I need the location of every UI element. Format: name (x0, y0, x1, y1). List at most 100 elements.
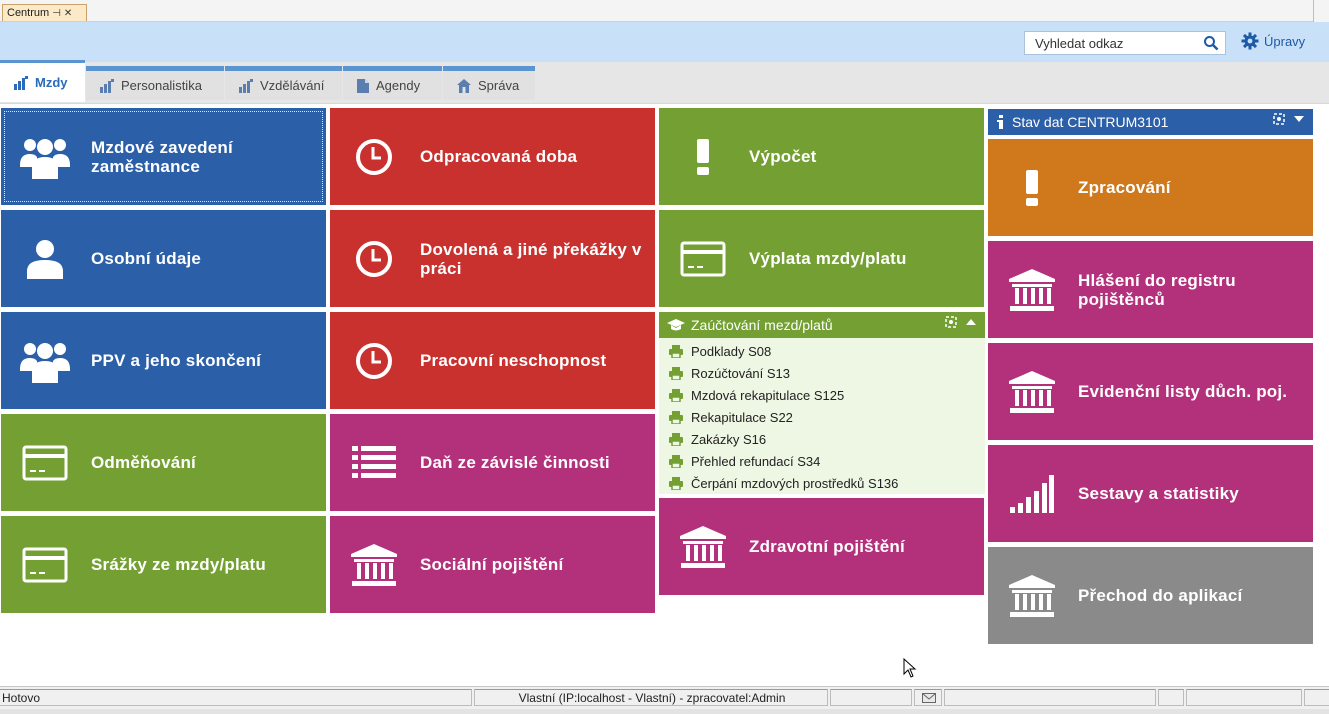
window-tab-title: Centrum (7, 7, 50, 19)
tile-label: Výpočet (749, 147, 817, 166)
printer-icon (669, 476, 683, 490)
exclamation-icon (1006, 162, 1058, 214)
tile-zdravotni[interactable]: Zdravotní pojištění (659, 498, 984, 595)
info-icon (997, 115, 1003, 129)
tile-socialni[interactable]: Sociální pojištění (330, 516, 655, 613)
tile-srazky[interactable]: Srážky ze mzdy/platu (1, 516, 326, 613)
top-header: Úpravy (0, 22, 1329, 62)
bank-icon (1006, 570, 1058, 622)
printer-icon (669, 388, 683, 402)
resize-grip[interactable] (1304, 689, 1329, 706)
user-icon (19, 233, 71, 285)
tile-label: Přechod do aplikací (1078, 586, 1243, 605)
target-icon[interactable] (945, 316, 957, 328)
close-icon[interactable]: ✕ (64, 8, 72, 19)
tile-label: Hlášení do registru pojištěnců (1078, 270, 1236, 309)
clock-icon (348, 131, 400, 183)
report-item[interactable]: Zakázky S16 (659, 428, 985, 450)
tab-agendy[interactable]: Agendy (343, 66, 442, 100)
module-tabs: Mzdy Personalistika Vzdělávání Agendy Sp… (0, 60, 1329, 104)
tile-label: Výplata mzdy/platu (749, 249, 907, 268)
status-cell-empty (1158, 689, 1184, 706)
tile-dovolena[interactable]: Dovolená a jiné překážky v práci (330, 210, 655, 307)
mouse-cursor-icon (903, 657, 917, 683)
tab-label: Agendy (376, 78, 421, 93)
card-icon (19, 437, 71, 489)
tile-label: Srážky ze mzdy/platu (91, 555, 267, 574)
stav-dat-header[interactable]: Stav dat CENTRUM3101 (988, 109, 1313, 135)
zauctovani-list: Podklady S08 Rozúčtování S13 Mzdová reka… (659, 338, 985, 494)
collapse-icon[interactable] (965, 316, 977, 328)
report-label: Podklady S08 (691, 343, 772, 359)
document-icon (357, 78, 369, 93)
settings-label: Úpravy (1264, 33, 1306, 49)
tab-label: Mzdy (35, 75, 68, 90)
tile-label: Sociální pojištění (420, 555, 564, 574)
tile-zpracovani[interactable]: Zpracování (988, 139, 1313, 236)
tile-label: Odpracovaná doba (420, 147, 578, 166)
tile-label: Pracovní neschopnost (420, 351, 607, 370)
graduation-cap-icon (667, 319, 685, 331)
tile-label: Zpracování (1078, 178, 1171, 197)
tab-sprava[interactable]: Správa (443, 66, 535, 100)
report-label: Rekapitulace S22 (691, 409, 793, 425)
tab-vzdelavani[interactable]: Vzdělávání (225, 66, 342, 100)
tile-evidencni-listy[interactable]: Evidenční listy důch. poj. (988, 343, 1313, 440)
home-icon (457, 78, 471, 93)
tile-vypocet[interactable]: Výpočet (659, 108, 984, 205)
bank-icon (1006, 366, 1058, 418)
report-item[interactable]: Podklady S08 (659, 340, 985, 362)
report-label: Přehled refundací S34 (691, 453, 821, 469)
target-icon[interactable] (1273, 113, 1285, 125)
tile-hlaseni[interactable]: Hlášení do registru pojištěnců (988, 241, 1313, 338)
printer-icon (669, 410, 683, 424)
tile-pracovni-neschopnost[interactable]: Pracovní neschopnost (330, 312, 655, 409)
card-icon (19, 539, 71, 591)
tab-label: Vzdělávání (260, 78, 325, 93)
zauctovani-header[interactable]: Zaúčtování mezd/platů (659, 312, 985, 338)
connection-text: Vlastní (IP:localhost - Vlastní) - zprac… (518, 690, 786, 705)
status-cell-empty (830, 689, 912, 706)
chevron-down-icon[interactable] (1293, 113, 1305, 125)
signal-bars-icon (1006, 468, 1058, 520)
tile-osobni-udaje[interactable]: Osobní údaje (1, 210, 326, 307)
settings-button[interactable]: Úpravy (1241, 32, 1305, 50)
search-icon[interactable] (1203, 35, 1219, 56)
gear-icon (1241, 32, 1259, 50)
search-box (1024, 31, 1226, 55)
tile-label: Mzdové zavedení zaměstnance (91, 137, 233, 176)
report-label: Rozúčtování S13 (691, 365, 791, 381)
search-input[interactable] (1025, 32, 1195, 54)
printer-icon (669, 454, 683, 468)
report-item[interactable]: Přehled refundací S34 (659, 450, 985, 472)
report-item[interactable]: Čerpání mzdových prostředků S136 (659, 472, 985, 494)
chart-icon (239, 78, 253, 93)
tile-prechod[interactable]: Přechod do aplikací (988, 547, 1313, 644)
tile-dan[interactable]: Daň ze závislé činnosti (330, 414, 655, 511)
status-text-cell: Hotovo (0, 689, 472, 706)
bank-icon (677, 521, 729, 573)
tab-personalistika[interactable]: Personalistika (86, 66, 224, 100)
users-icon (19, 131, 71, 183)
chart-icon (14, 75, 28, 90)
tile-odmenovani[interactable]: Odměňování (1, 414, 326, 511)
tile-mzdove-zavedeni[interactable]: Mzdové zavedení zaměstnance (1, 108, 326, 205)
tile-sestavy[interactable]: Sestavy a statistiky (988, 445, 1313, 542)
status-cell-empty (944, 689, 1156, 706)
window-tab-centrum[interactable]: Centrum ⊣ ✕ (2, 4, 87, 21)
tile-odpracovana-doba[interactable]: Odpracovaná doba (330, 108, 655, 205)
status-text: Hotovo (2, 690, 41, 705)
report-item[interactable]: Rozúčtování S13 (659, 362, 985, 384)
report-item[interactable]: Mzdová rekapitulace S125 (659, 384, 985, 406)
report-item[interactable]: Rekapitulace S22 (659, 406, 985, 428)
tile-label: Odměňování (91, 453, 196, 472)
mail-cell[interactable] (914, 689, 942, 706)
tile-ppv[interactable]: PPV a jeho skončení (1, 312, 326, 409)
tab-mzdy[interactable]: Mzdy (0, 60, 85, 102)
report-label: Zakázky S16 (691, 431, 767, 447)
tile-label: Osobní údaje (91, 249, 202, 268)
tile-vyplata[interactable]: Výplata mzdy/platu (659, 210, 984, 307)
bank-icon (348, 539, 400, 591)
pin-icon[interactable]: ⊣ (52, 8, 61, 19)
users-icon (19, 335, 71, 387)
